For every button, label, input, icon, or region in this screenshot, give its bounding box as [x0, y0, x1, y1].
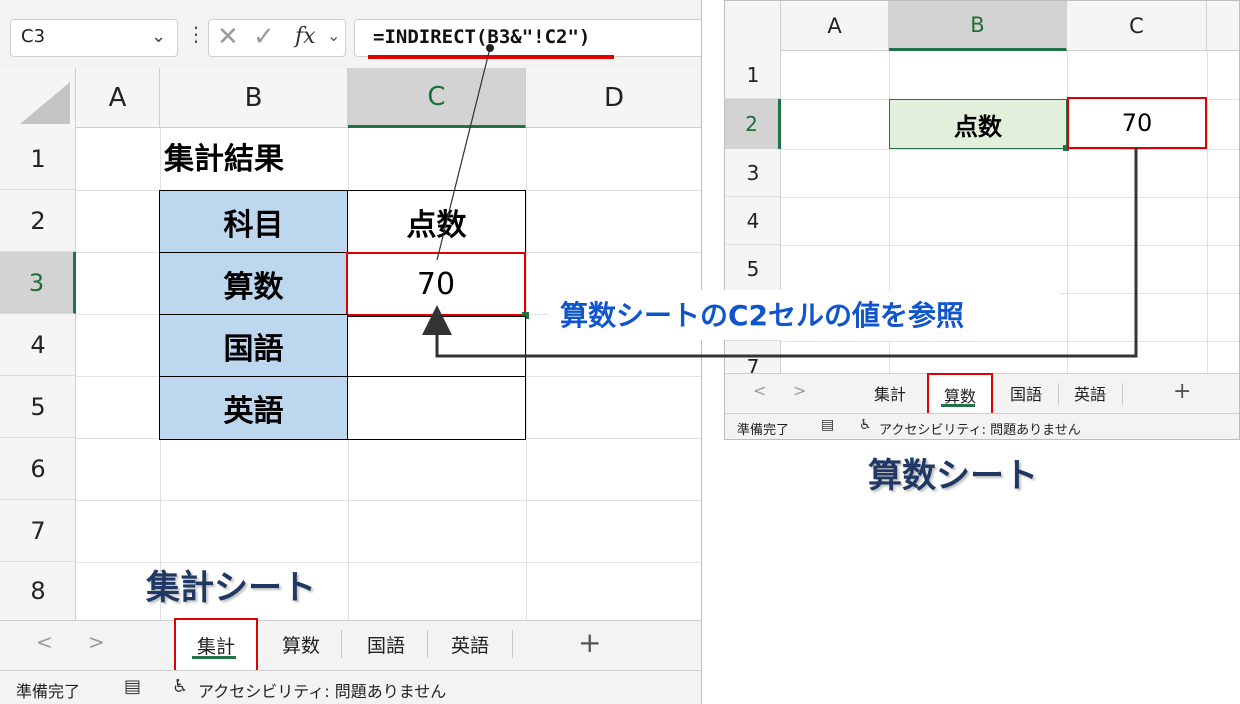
sheet-tab-eigo[interactable]: 英語 — [1059, 375, 1121, 411]
cell-c3[interactable]: 70 — [346, 252, 526, 316]
column-header-a[interactable]: A — [76, 68, 160, 128]
row-header-7[interactable]: 7 — [0, 500, 76, 562]
sheet-prev-icon[interactable]: < — [753, 381, 766, 400]
sheet-tab-sansu[interactable]: 算数 — [927, 373, 993, 417]
row-header-3[interactable]: 3 — [0, 252, 76, 314]
row-header-1[interactable]: 1 — [725, 51, 781, 99]
active-tab-underline — [192, 656, 236, 659]
column-header-d[interactable]: D — [526, 68, 701, 128]
sheet-tab-label: 集計 — [196, 635, 235, 658]
cell-c2[interactable]: 点数 — [347, 190, 526, 253]
row-header-4[interactable]: 4 — [0, 314, 76, 376]
column-header-b[interactable]: B — [160, 68, 348, 128]
cell-b3[interactable]: 算数 — [159, 252, 348, 315]
cell-c2[interactable]: 70 — [1067, 97, 1207, 149]
cancel-icon[interactable]: ✕ — [217, 22, 239, 52]
formula-underline — [368, 55, 614, 59]
sheet-tab-kokugo[interactable]: 国語 — [346, 622, 426, 666]
column-header-b[interactable]: B — [889, 1, 1067, 51]
cell-mode-icon[interactable]: ▤ — [124, 676, 141, 697]
cell-b1[interactable]: 集計結果 — [164, 134, 284, 178]
name-box-value: C3 — [21, 26, 46, 47]
right-caption: 算数シート — [868, 456, 1038, 496]
row-header-2[interactable]: 2 — [0, 190, 76, 252]
right-excel-window: A B C 1 2 3 4 5 6 7 点数 70 < > 集計 算数 国語 英… — [724, 0, 1240, 440]
active-tab-underline — [941, 404, 975, 407]
reference-note: 算数シートのC2セルの値を参照 — [560, 299, 965, 332]
status-accessibility[interactable]: アクセシビリティ: 問題ありません — [879, 419, 1081, 438]
sheet-tab-shukei[interactable]: 集計 — [859, 375, 921, 411]
cell-mode-icon[interactable]: ▤ — [821, 417, 834, 433]
left-excel-window: C3 ⌄ ⋮ ✕ ✓ fx ⌄ =INDIRECT(B3&"!C2") A B … — [0, 0, 702, 704]
row-header-5[interactable]: 5 — [0, 376, 76, 438]
formula-input[interactable]: =INDIRECT(B3&"!C2") — [354, 19, 701, 57]
row-header-6[interactable]: 6 — [0, 438, 76, 500]
accessibility-icon[interactable]: ♿ — [172, 676, 188, 697]
column-header-a[interactable]: A — [781, 1, 889, 51]
more-options-icon[interactable]: ⋮ — [186, 22, 206, 46]
left-caption: 集計シート — [146, 568, 316, 608]
row-header-3[interactable]: 3 — [725, 149, 781, 197]
accessibility-icon[interactable]: ♿ — [859, 417, 872, 433]
column-header-c[interactable]: C — [1067, 1, 1207, 51]
row-header-1[interactable]: 1 — [0, 128, 76, 190]
name-box[interactable]: C3 ⌄ — [10, 19, 178, 57]
cell-b2[interactable]: 科目 — [159, 190, 348, 253]
select-all-corner[interactable] — [725, 1, 781, 51]
formula-text: =INDIRECT(B3&"!C2") — [373, 26, 591, 48]
cell-b5[interactable]: 英語 — [159, 376, 348, 440]
select-all-corner[interactable] — [0, 68, 76, 128]
cell-c4[interactable] — [347, 316, 526, 377]
cell-b2[interactable]: 点数 — [889, 99, 1067, 149]
row-header-4[interactable]: 4 — [725, 197, 781, 245]
status-ready: 準備完了 — [16, 682, 81, 701]
row-header-8[interactable]: 8 — [0, 562, 76, 620]
row-header-2[interactable]: 2 — [725, 99, 781, 149]
sheet-tab-kokugo[interactable]: 国語 — [995, 375, 1057, 411]
status-ready: 準備完了 — [737, 423, 790, 438]
confirm-icon[interactable]: ✓ — [253, 22, 275, 52]
cell-b4[interactable]: 国語 — [159, 314, 348, 377]
add-sheet-icon[interactable]: + — [1173, 379, 1191, 404]
sheet-prev-icon[interactable]: < — [36, 630, 53, 654]
column-header-c[interactable]: C — [348, 68, 526, 128]
sheet-tab-sansu[interactable]: 算数 — [262, 622, 340, 666]
sheet-tab-shukei[interactable]: 集計 — [174, 618, 258, 672]
formula-controls: ✕ ✓ fx ⌄ — [208, 19, 346, 57]
sheet-next-icon[interactable]: > — [793, 381, 806, 400]
chevron-down-icon[interactable]: ⌄ — [327, 26, 340, 45]
sheet-tab-eigo[interactable]: 英語 — [430, 622, 510, 666]
add-sheet-icon[interactable]: + — [578, 626, 601, 659]
row-header-5[interactable]: 5 — [725, 245, 781, 293]
status-accessibility[interactable]: アクセシビリティ: 問題ありません — [198, 678, 446, 702]
cell-c5[interactable] — [347, 376, 526, 440]
chevron-down-icon[interactable]: ⌄ — [151, 26, 166, 47]
insert-function-icon[interactable]: fx — [295, 24, 316, 49]
sheet-next-icon[interactable]: > — [88, 630, 105, 654]
